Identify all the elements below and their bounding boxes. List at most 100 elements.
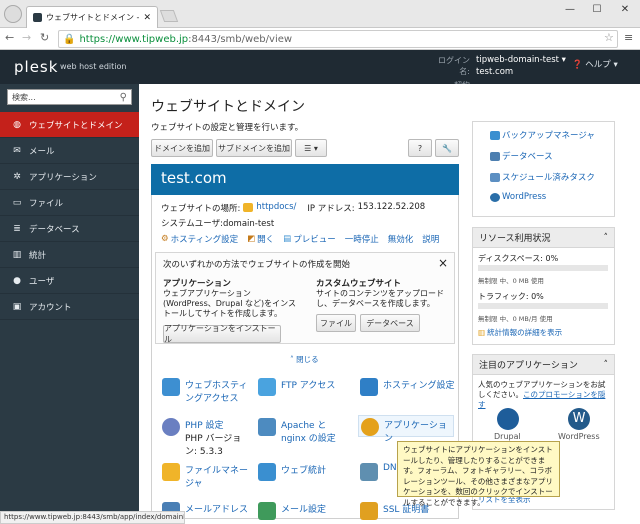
account-info[interactable]: tipweb-domain-test ▾ test.com xyxy=(476,55,566,77)
php-version: PHP バージョン: 5.3.3 xyxy=(185,434,242,457)
nav-users[interactable]: ● ユーザ xyxy=(0,268,139,294)
chart-icon: ▥ xyxy=(478,328,486,337)
tool-dns[interactable]: DN xyxy=(360,463,400,481)
wordpress-app-label[interactable]: WordPress xyxy=(558,432,600,441)
page-subtitle: ウェブサイトの設定と管理を行います。 xyxy=(151,123,304,133)
drupal-icon[interactable] xyxy=(497,408,519,430)
location-label: ウェブサイトの場所: xyxy=(161,204,241,214)
address-bar[interactable]: 🔒 https://www.tipweb.jp:8443/smb/web/vie… xyxy=(58,30,618,48)
suspend-link[interactable]: 一時停止 xyxy=(345,233,379,245)
backup-manager-link[interactable]: バックアップマネージャ xyxy=(490,129,595,141)
files-button[interactable]: ファイル xyxy=(316,314,356,332)
hosting-settings-link[interactable]: ⚙ ホスティング設定 xyxy=(161,233,238,245)
browser-tab[interactable]: ウェブサイトとドメイン - Plesk ✕ xyxy=(26,6,158,28)
location-link[interactable]: httpdocs/ xyxy=(256,202,296,214)
url-host: https://www.tipweb.jp xyxy=(79,33,189,45)
preview-icon: ▤ xyxy=(283,234,292,244)
help-button[interactable]: ? xyxy=(408,139,432,157)
app-option-desc: ウェブアプリケーション(WordPress、Drupal など)をインストールし… xyxy=(163,289,296,318)
disable-link[interactable]: 無効化 xyxy=(388,233,414,245)
tool-label: ホスティング設定 xyxy=(383,381,455,391)
ftp-icon xyxy=(258,378,276,396)
add-domain-button[interactable]: ドメインを追加 xyxy=(151,139,213,157)
featured-apps-header[interactable]: 注目のアプリケーション ˄ xyxy=(473,355,614,375)
nav-statistics[interactable]: ▥ 統計 xyxy=(0,242,139,268)
nav-applications[interactable]: ✲ アプリケーション xyxy=(0,164,139,190)
tool-label: メール設定 xyxy=(281,505,327,515)
tool-hosting-settings[interactable]: ホスティング設定 xyxy=(360,378,455,396)
tool-web-hosting-access[interactable]: ウェブホスティングアクセス xyxy=(162,378,250,404)
forward-icon[interactable]: → xyxy=(22,31,31,44)
mail-settings-icon xyxy=(258,502,276,520)
bookmark-star-icon[interactable]: ☆ xyxy=(604,31,614,44)
tab-title: ウェブサイトとドメイン - Plesk xyxy=(46,13,140,22)
open-icon: ◩ xyxy=(247,234,256,244)
custom-option-title: カスタムウェブサイト xyxy=(316,279,402,289)
tool-file-manager[interactable]: ファイルマネージャ xyxy=(162,463,252,489)
nav-mail[interactable]: ✉ メール xyxy=(0,138,139,164)
tool-label: ウェブホスティングアクセス xyxy=(185,381,248,404)
preview-link[interactable]: ▤ プレビュー xyxy=(283,233,336,245)
collapse-icon: ˄ xyxy=(603,232,609,243)
folder-icon xyxy=(243,203,254,212)
description-link[interactable]: 説明 xyxy=(422,233,439,245)
tools-button[interactable]: 🔧 xyxy=(435,139,459,157)
databases-link[interactable]: データベース xyxy=(490,150,595,162)
globe-icon: ◍ xyxy=(13,119,21,130)
nav-account[interactable]: ▣ アカウント xyxy=(0,294,139,320)
reload-icon[interactable]: ↻ xyxy=(40,31,49,44)
tool-php-settings[interactable]: PHP 設定 PHP バージョン: 5.3.3 xyxy=(162,418,252,457)
resource-usage-header[interactable]: リソース利用状況 ˄ xyxy=(473,228,614,248)
app-gear-icon xyxy=(361,418,379,436)
tool-apache-nginx[interactable]: Apache と nginx の設定 xyxy=(258,418,352,444)
mail-icon: ✉ xyxy=(13,145,21,156)
close-window-icon[interactable]: ✕ xyxy=(615,4,635,18)
minimize-icon[interactable]: — xyxy=(560,4,580,18)
nav-label: アプリケーション xyxy=(29,172,97,183)
maximize-icon[interactable]: ☐ xyxy=(587,4,607,18)
add-subdomain-button[interactable]: サブドメインを追加 xyxy=(216,139,292,157)
browser-status-bar: https://www.tipweb.jp:8443/smb/app/index… xyxy=(0,511,185,524)
domain-name[interactable]: test.com xyxy=(151,164,459,195)
open-link[interactable]: ◩ 開く xyxy=(247,233,274,245)
tool-applications[interactable]: アプリケーション xyxy=(358,415,454,444)
nav-websites-domains[interactable]: ◍ ウェブサイトとドメイン xyxy=(0,112,139,138)
drupal-label[interactable]: Drupal xyxy=(494,432,521,441)
stats-link-label: 統計情報の詳細を表示 xyxy=(487,328,563,337)
stats-details-link[interactable]: ▥ 統計情報の詳細を表示 xyxy=(478,327,562,338)
wordpress-app-icon[interactable]: W xyxy=(568,408,590,430)
wrench-icon: ⚙ xyxy=(161,234,169,244)
scheduled-tasks-link[interactable]: スケジュール済みタスク xyxy=(490,171,595,183)
close-panel-icon[interactable]: × xyxy=(438,256,448,270)
more-menu-button[interactable]: ☰ ▾ xyxy=(295,139,327,157)
database-icon: ≣ xyxy=(13,223,21,234)
backup-icon xyxy=(490,130,500,140)
tool-label: PHP 設定 xyxy=(185,421,224,431)
help-menu[interactable]: ❓ ヘルプ ▾ xyxy=(572,58,618,70)
plesk-logo[interactable]: plesk xyxy=(14,58,58,76)
browser-profile-icon[interactable] xyxy=(4,5,22,23)
install-application-button[interactable]: アプリケーションをインストール xyxy=(163,324,281,344)
domain-info-row: ウェブサイトの場所: httpdocs/ IP アドレス: 153.122.52… xyxy=(161,202,425,214)
databases-button[interactable]: データベース xyxy=(360,314,420,332)
tool-ftp-access[interactable]: FTP アクセス xyxy=(258,378,348,396)
nav-files[interactable]: ▭ ファイル xyxy=(0,190,139,216)
traffic-usage-bar xyxy=(478,303,608,309)
create-heading: 次のいずれかの方法でウェブサイトの作成を開始 xyxy=(163,260,351,270)
search-icon[interactable]: ⚲ xyxy=(120,92,127,103)
nav-label: ウェブサイトとドメイン xyxy=(29,120,123,131)
search-input[interactable]: 検索... ⚲ xyxy=(7,89,132,105)
browser-menu-icon[interactable]: ≡ xyxy=(624,31,633,44)
tool-mail-settings[interactable]: メール設定 xyxy=(258,502,348,520)
calendar-icon xyxy=(490,172,500,182)
collapse-link[interactable]: ˄ 閉じる xyxy=(290,354,319,365)
nav-databases[interactable]: ≣ データベース xyxy=(0,216,139,242)
chevron-down-icon: ▾ xyxy=(561,55,566,65)
app-option-title: アプリケーション xyxy=(163,279,231,289)
tab-close-icon[interactable]: ✕ xyxy=(143,13,151,23)
back-icon[interactable]: ← xyxy=(5,31,14,44)
wordpress-link[interactable]: WordPress xyxy=(490,192,595,202)
collapse-icon: ˄ xyxy=(603,359,609,370)
nav-label: メール xyxy=(29,146,55,157)
tool-web-statistics[interactable]: ウェブ統計 xyxy=(258,463,348,481)
